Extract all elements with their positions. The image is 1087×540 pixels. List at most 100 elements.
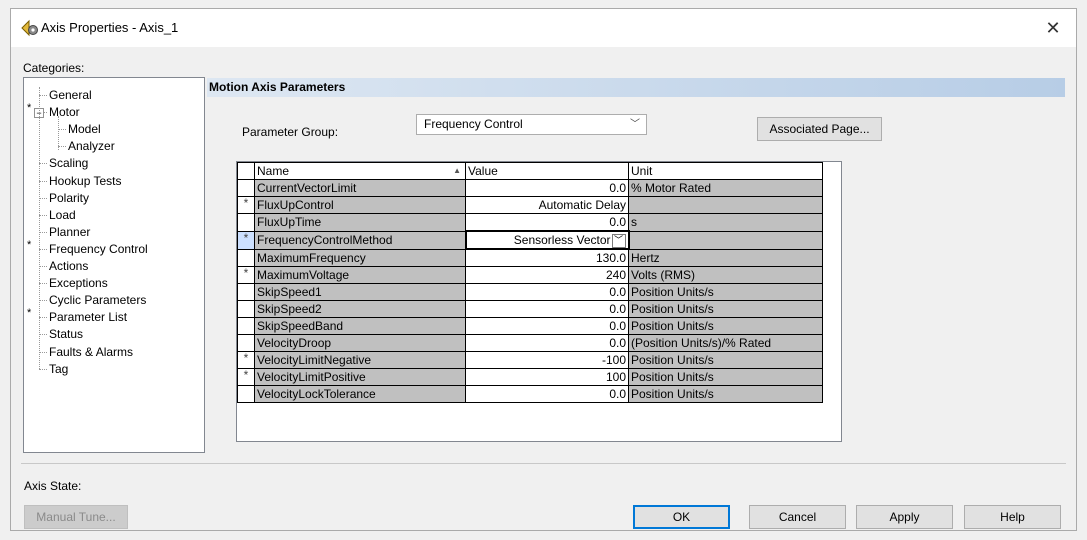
tree-item-cyclic-parameters[interactable]: Cyclic Parameters [49, 292, 146, 309]
modified-marker: * [27, 102, 32, 115]
table-row[interactable]: CurrentVectorLimit 0.0% Motor Rated [237, 179, 823, 197]
tree-connector [39, 351, 47, 353]
tree-item-exceptions[interactable]: Exceptions [49, 275, 108, 292]
parameter-group-label: Parameter Group: [242, 125, 339, 139]
close-button[interactable]: ✕ [1030, 9, 1076, 47]
tree-connector [39, 317, 47, 319]
table-row[interactable]: * MaximumVoltage 240 Volts (RMS) [237, 266, 823, 284]
table-row[interactable]: * VelocityLimitNegative -100 Position Units… [237, 351, 823, 369]
tree-item-scaling[interactable]: Scaling [49, 155, 88, 172]
table-row[interactable]: MaximumFrequency 130.0 Hertz [237, 248, 823, 267]
param-value-velocity-droop[interactable]: 0.0 [465, 334, 629, 352]
tree-item-hookup-tests[interactable]: Hookup Tests [49, 173, 122, 190]
associated-page-button[interactable]: Associated Page... [757, 117, 882, 141]
table-row[interactable]: SkipSpeed2 0.0 Position Units/s [237, 300, 823, 318]
column-header-unit[interactable]: Unit [628, 162, 823, 180]
tree-connector [39, 300, 47, 302]
param-name-maximum-voltage: MaximumVoltage [254, 266, 466, 284]
title-bar: Axis Properties - Axis_1 ✕ [11, 9, 1076, 47]
tree-item-faults-alarms[interactable]: Faults & Alarms [49, 344, 133, 361]
tree-item-tag[interactable]: Tag [49, 361, 68, 378]
table-row[interactable]: VelocityDroop 0.0 (Position Units/s)/% Rat… [237, 334, 823, 352]
axis-properties-dialog: Axis Properties - Axis_1 ✕ Categories: G… [10, 8, 1077, 531]
param-unit-flux-up-control [628, 196, 823, 214]
row-marker [237, 385, 255, 403]
tree-item-motor[interactable]: Motor [49, 104, 80, 121]
tree-item-model[interactable]: Model [68, 121, 101, 138]
table-row[interactable]: SkipSpeedBand 0.0 Position Units/s [237, 317, 823, 335]
param-value-flux-up-time[interactable]: 0.0 [465, 213, 629, 232]
param-unit-current-vector-limit: % Motor Rated [628, 179, 823, 197]
param-value-flux-up-control[interactable]: Automatic Delay [465, 196, 629, 214]
param-unit-maximum-voltage: Volts (RMS) [628, 266, 823, 284]
param-name-flux-up-control: FluxUpControl [254, 196, 466, 214]
manual-tune-button[interactable]: Manual Tune... [24, 505, 128, 529]
param-value-skip-speed2[interactable]: 0.0 [465, 300, 629, 318]
tree-item-actions[interactable]: Actions [49, 258, 88, 275]
param-unit-skip-speed-band: Position Units/s [628, 317, 823, 335]
categories-label: Categories: [23, 61, 85, 75]
tree-item-polarity[interactable]: Polarity [49, 190, 89, 207]
tree-connector [39, 283, 47, 285]
table-header-row: Name ▲ Value Unit [237, 162, 823, 180]
combo-value: Sensorless Vector [513, 233, 611, 247]
table-row[interactable]: VelocityLockTolerance 0.0 Position Units/s [237, 385, 823, 403]
tree-item-general[interactable]: General [49, 87, 92, 104]
ok-button[interactable]: OK [633, 505, 730, 529]
tree-item-analyzer[interactable]: Analyzer [68, 138, 115, 155]
tree-connector [39, 197, 47, 199]
row-marker: * [237, 351, 255, 369]
param-unit-maximum-frequency: Hertz [628, 248, 823, 267]
tree-item-planner[interactable]: Planner [49, 224, 90, 241]
parameter-group-select[interactable]: Frequency Control ﹀ [416, 114, 647, 135]
help-button[interactable]: Help [964, 505, 1061, 529]
param-name-maximum-frequency: MaximumFrequency [254, 248, 466, 267]
tree-item-frequency-control[interactable]: Frequency Control [49, 241, 148, 258]
tree-connector [39, 214, 47, 216]
param-value-skip-speed-band[interactable]: 0.0 [465, 317, 629, 335]
column-header-name[interactable]: Name ▲ [254, 162, 466, 180]
tree-connector [39, 266, 47, 267]
sort-ascending-icon: ▲ [453, 166, 461, 175]
divider [21, 463, 1066, 464]
axis-state-label: Axis State: [24, 479, 82, 493]
column-header-name-label: Name [257, 164, 290, 178]
table-row[interactable]: SkipSpeed1 0.0 Position Units/s [237, 283, 823, 301]
row-marker: * [237, 368, 255, 386]
param-unit-velocity-limit-negative: Position Units/s [628, 351, 823, 369]
table-row[interactable]: * FluxUpControl Automatic Delay [237, 196, 823, 214]
row-marker [237, 283, 255, 301]
param-value-velocity-limit-positive[interactable]: 100 [465, 368, 629, 386]
param-value-velocity-lock-tolerance[interactable]: 0.0 [465, 385, 629, 403]
param-value-velocity-limit-negative[interactable]: -100 [465, 351, 629, 369]
cancel-button[interactable]: Cancel [749, 505, 846, 529]
chevron-down-icon[interactable]: ﹀ [611, 233, 626, 247]
param-value-skip-speed1[interactable]: 0.0 [465, 283, 629, 301]
tree-item-parameter-list[interactable]: Parameter List [49, 309, 127, 326]
param-name-skip-speed1: SkipSpeed1 [254, 283, 466, 301]
tree-connector [39, 334, 47, 336]
window-title: Axis Properties - Axis_1 [41, 20, 179, 35]
param-value-frequency-control-method[interactable]: Sensorless Vector ﹀ [464, 230, 630, 250]
apply-button[interactable]: Apply [856, 505, 953, 529]
modified-marker: * [27, 307, 32, 320]
param-unit-frequency-control-method [628, 230, 823, 250]
param-name-current-vector-limit: CurrentVectorLimit [254, 179, 466, 197]
param-value-maximum-frequency[interactable]: 130.0 [465, 248, 629, 267]
param-value-maximum-voltage[interactable]: 240 [465, 266, 629, 284]
row-marker: * [237, 196, 255, 214]
table-row[interactable]: * FrequencyControlMethod Sensorless Vector… [237, 230, 823, 250]
row-marker: * [237, 266, 255, 284]
tree-item-status[interactable]: Status [49, 326, 83, 343]
tree-item-load[interactable]: Load [49, 207, 76, 224]
parameter-group-value: Frequency Control [424, 117, 523, 131]
header-marker-cell [237, 162, 255, 180]
table-row[interactable]: FluxUpTime 0.0 s [237, 213, 823, 232]
column-header-value[interactable]: Value [465, 162, 629, 180]
table-row[interactable]: * VelocityLimitPositive 100 Position Units/… [237, 368, 823, 386]
param-value-current-vector-limit[interactable]: 0.0 [465, 179, 629, 197]
tree-connector [39, 180, 47, 182]
tree-connector [39, 163, 47, 165]
categories-tree[interactable]: General * − Motor Model Analyzer Scaling Hookup… [23, 77, 205, 453]
tree-connector [58, 116, 59, 151]
